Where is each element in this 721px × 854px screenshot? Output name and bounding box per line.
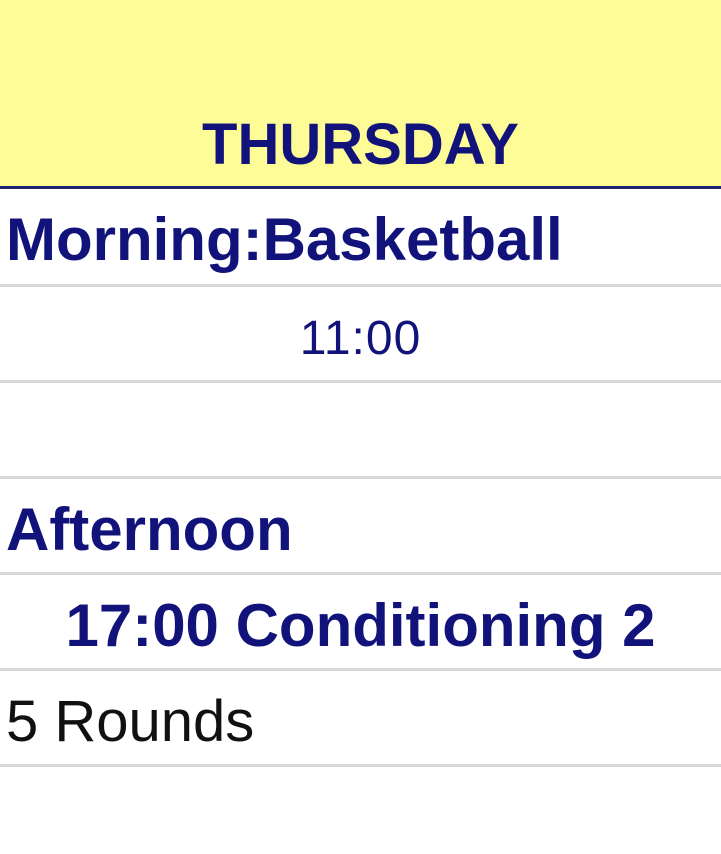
day-title: THURSDAY bbox=[202, 112, 519, 177]
schedule-row-detail[interactable]: 5 Rounds bbox=[0, 671, 721, 767]
morning-time: 11:00 bbox=[299, 312, 422, 365]
afternoon-label: Afternoon bbox=[6, 496, 293, 563]
schedule-row-morning-time[interactable]: 11:00 bbox=[0, 287, 721, 383]
schedule-row-afternoon[interactable]: Afternoon bbox=[0, 479, 721, 575]
morning-label: Morning:Basketball bbox=[6, 206, 563, 273]
afternoon-detail: 5 Rounds bbox=[6, 689, 255, 754]
day-header: THURSDAY bbox=[0, 0, 721, 189]
schedule-row-session[interactable]: 17:00 Conditioning 2 bbox=[0, 575, 721, 671]
schedule-row-morning[interactable]: Morning:Basketball bbox=[0, 189, 721, 287]
afternoon-session: 17:00 Conditioning 2 bbox=[65, 592, 656, 659]
schedule-row-empty[interactable] bbox=[0, 383, 721, 479]
